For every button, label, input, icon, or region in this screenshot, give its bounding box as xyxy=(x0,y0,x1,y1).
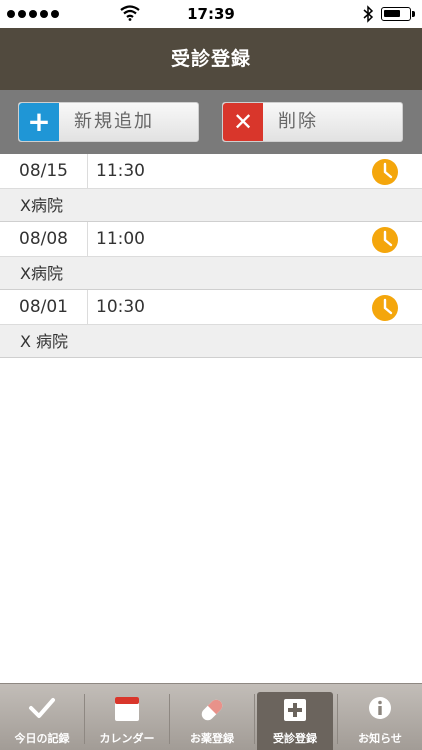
screen: 17:39 受診登録 + 新規追加 ✕ 削除 08/15 11:30 X病院 0… xyxy=(0,0,422,750)
check-icon xyxy=(29,698,55,718)
plus-icon: + xyxy=(19,103,59,141)
status-time: 17:39 xyxy=(187,5,235,23)
hospital-name: X病院 xyxy=(20,196,63,215)
delete-label: 削除 xyxy=(278,111,318,132)
tab-notices[interactable]: お知らせ xyxy=(338,684,422,750)
clock-icon[interactable] xyxy=(372,227,398,253)
tab-label: 今日の記録 xyxy=(14,732,70,745)
add-new-label: 新規追加 xyxy=(74,111,154,132)
list-item[interactable]: 08/08 11:00 X病院 xyxy=(0,222,422,290)
list-item-header: 08/15 11:30 xyxy=(0,154,422,189)
list-item-detail: X病院 xyxy=(0,257,422,290)
tab-today-record[interactable]: 今日の記録 xyxy=(0,684,84,750)
list-item[interactable]: 08/01 10:30 X 病院 xyxy=(0,290,422,358)
bluetooth-icon xyxy=(363,5,374,23)
toolbar: + 新規追加 ✕ 削除 xyxy=(0,90,422,154)
visit-date: 08/08 xyxy=(0,222,88,257)
status-bar: 17:39 xyxy=(0,0,422,28)
tab-visit[interactable]: 受診登録 xyxy=(257,692,333,750)
page-title: 受診登録 xyxy=(0,28,422,90)
close-icon: ✕ xyxy=(223,103,263,141)
pill-icon xyxy=(201,699,223,721)
visit-date: 08/15 xyxy=(0,154,88,189)
clock-icon[interactable] xyxy=(372,295,398,321)
visit-date: 08/01 xyxy=(0,290,88,325)
tab-label: お薬登録 xyxy=(190,732,234,745)
battery-icon xyxy=(381,7,415,21)
hospital-name: X病院 xyxy=(20,264,63,283)
add-new-button[interactable]: + 新規追加 xyxy=(18,102,199,142)
list-item-header: 08/01 10:30 xyxy=(0,290,422,325)
info-icon xyxy=(369,697,391,719)
tab-medicine[interactable]: お薬登録 xyxy=(170,684,254,750)
delete-button[interactable]: ✕ 削除 xyxy=(222,102,403,142)
tab-calendar[interactable]: カレンダー xyxy=(85,684,169,750)
tab-label: お知らせ xyxy=(358,732,402,745)
hospital-name: X 病院 xyxy=(20,332,69,351)
tab-bar: 今日の記録 カレンダー お薬登録 受診登録 お知らせ xyxy=(0,683,422,750)
list-item-detail: X 病院 xyxy=(0,325,422,358)
tab-label: カレンダー xyxy=(99,732,155,745)
medical-cross-icon xyxy=(284,699,306,721)
visit-list: 08/15 11:30 X病院 08/08 11:00 X病院 08/01 10… xyxy=(0,154,422,358)
list-item-header: 08/08 11:00 xyxy=(0,222,422,257)
calendar-icon xyxy=(115,697,139,721)
visit-time: 11:30 xyxy=(96,161,145,181)
visit-time: 10:30 xyxy=(96,297,145,317)
tab-label: 受診登録 xyxy=(273,732,317,745)
visit-time: 11:00 xyxy=(96,229,145,249)
list-item-detail: X病院 xyxy=(0,189,422,222)
clock-icon[interactable] xyxy=(372,159,398,185)
list-item[interactable]: 08/15 11:30 X病院 xyxy=(0,154,422,222)
